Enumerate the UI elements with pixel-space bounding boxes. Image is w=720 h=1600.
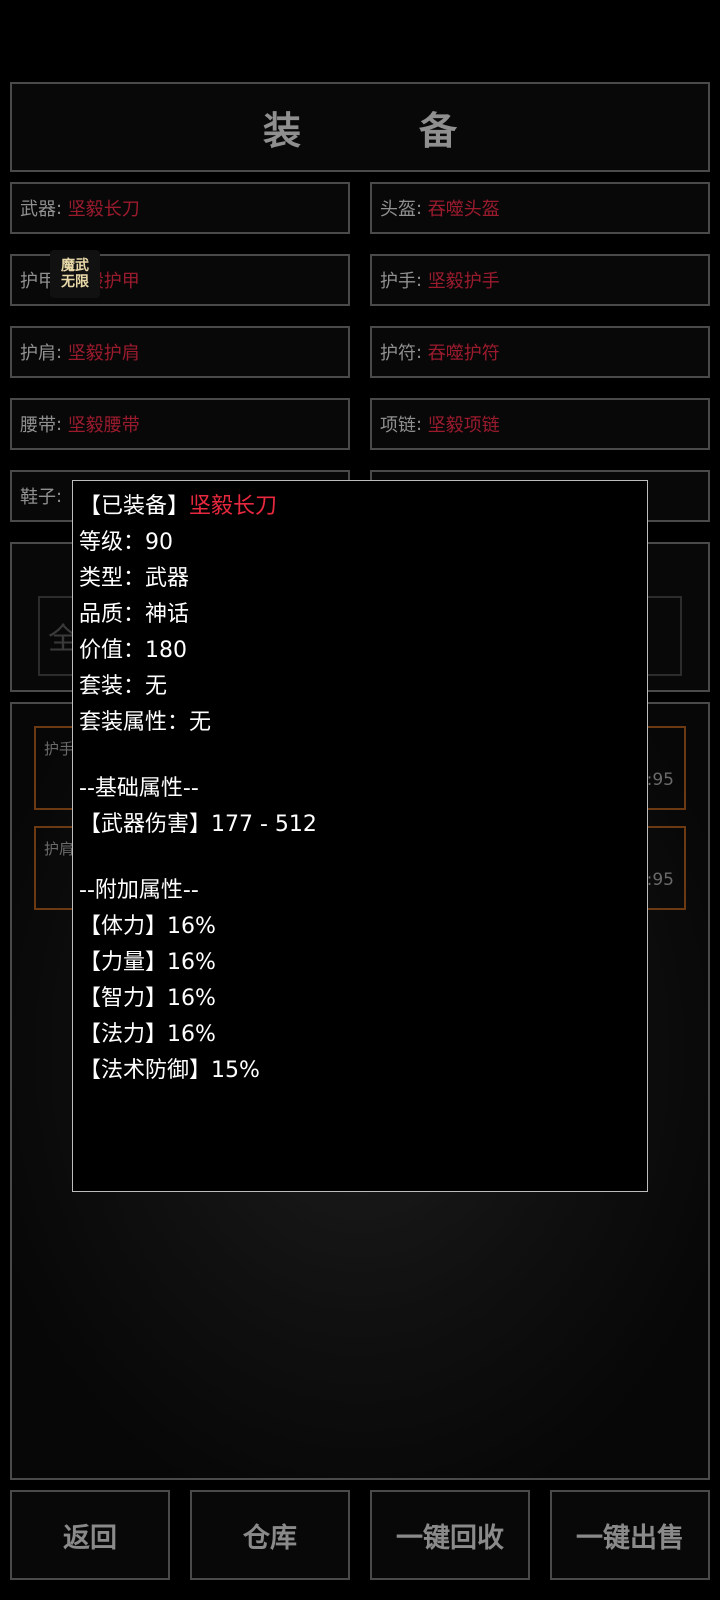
tooltip-item-name: 坚毅长刀 [189, 494, 278, 519]
tooltip-extra-attr: 【法术防御】15% [79, 1058, 260, 1083]
page-title-text: 装 备 [262, 108, 497, 153]
tooltip-level: 等级：90 [79, 530, 173, 555]
slot-necklace[interactable]: 项链: 坚毅项链 [370, 398, 710, 450]
tooltip-value: 价值：180 [79, 638, 187, 663]
slot-helmet[interactable]: 头盔: 吞噬头盔 [370, 182, 710, 234]
tooltip-type: 类型：武器 [79, 566, 190, 591]
tooltip-equipped-tag: 【已装备】 [79, 494, 190, 519]
slot-label: 头盔 [380, 199, 416, 220]
slot-item: 坚毅长刀 [67, 199, 140, 220]
list-item-name: 护手 [44, 740, 75, 758]
logo-line-2: 无限 [61, 274, 89, 290]
tooltip-extra-attr: 【力量】16% [79, 950, 216, 975]
slot-label: 项链 [380, 415, 416, 436]
slot-label: 腰带 [20, 415, 56, 436]
slot-item: 坚毅护手 [427, 271, 500, 292]
slot-gloves[interactable]: 护手: 坚毅护手 [370, 254, 710, 306]
tooltip-quality: 品质：神话 [79, 602, 190, 627]
tooltip-extra-attr: 【体力】16% [79, 914, 216, 939]
tooltip-header: 【已装备】坚毅长刀 [79, 489, 641, 525]
back-button[interactable]: 返回 [10, 1490, 170, 1580]
list-item-value: :95 [646, 870, 674, 890]
tooltip-set: 套装：无 [79, 674, 168, 699]
slot-weapon[interactable]: 武器: 坚毅长刀 [10, 182, 350, 234]
slot-item: 吞噬护符 [427, 343, 500, 364]
tooltip-set-attr: 套装属性：无 [79, 710, 212, 735]
list-item-value: :95 [646, 770, 674, 790]
tooltip-base-title: --基础属性-- [79, 776, 199, 801]
logo-line-1: 魔武 [61, 258, 89, 274]
slot-item: 吞噬头盔 [427, 199, 500, 220]
tooltip-extra-attr: 【法力】16% [79, 1022, 216, 1047]
tooltip-extra-title: --附加属性-- [79, 878, 199, 903]
recycle-all-button[interactable]: 一键回收 [370, 1490, 530, 1580]
warehouse-button[interactable]: 仓库 [190, 1490, 350, 1580]
game-logo: 魔武 无限 [50, 250, 100, 298]
slot-label: 护肩 [20, 343, 56, 364]
sell-all-button[interactable]: 一键出售 [550, 1490, 710, 1580]
tooltip-base-attr: 【武器伤害】177 - 512 [79, 812, 317, 837]
slot-label: 护手 [380, 271, 416, 292]
list-item-name: 护肩 [44, 840, 75, 858]
slot-item: 坚毅护肩 [67, 343, 140, 364]
item-tooltip: 【已装备】坚毅长刀 等级：90 类型：武器 品质：神话 价值：180 套装：无 … [72, 480, 648, 1192]
slot-shoulder[interactable]: 护肩: 坚毅护肩 [10, 326, 350, 378]
slot-amulet[interactable]: 护符: 吞噬护符 [370, 326, 710, 378]
slot-item: 坚毅项链 [427, 415, 500, 436]
page-title: 装 备 [10, 82, 710, 172]
slot-item: 坚毅腰带 [67, 415, 140, 436]
slot-belt[interactable]: 腰带: 坚毅腰带 [10, 398, 350, 450]
slot-label: 护符 [380, 343, 416, 364]
tooltip-extra-attr: 【智力】16% [79, 986, 216, 1011]
slot-label: 鞋子 [20, 487, 56, 508]
equipment-screen: 装 备 武器: 坚毅长刀 头盔: 吞噬头盔 护甲: 坚毅护甲 护手: 坚毅护手 … [0, 0, 720, 1600]
slot-label: 武器 [20, 199, 56, 220]
